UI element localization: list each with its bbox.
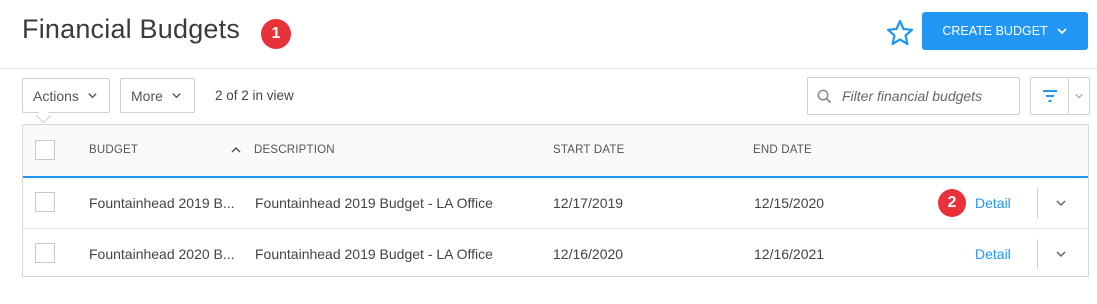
star-icon[interactable] <box>884 17 916 49</box>
page-title: Financial Budgets <box>22 14 241 44</box>
chevron-down-icon <box>1057 28 1067 35</box>
actions-button[interactable]: Actions <box>22 78 110 113</box>
column-header-budget[interactable]: BUDGET <box>89 144 138 156</box>
detail-link[interactable]: Detail <box>975 195 1011 211</box>
divider <box>1037 239 1038 269</box>
budget-cell: Fountainhead 2019 B... <box>89 195 235 211</box>
filter-dropdown[interactable] <box>1069 78 1089 114</box>
filter-options-button[interactable] <box>1030 77 1090 115</box>
chevron-down-icon <box>172 93 181 99</box>
column-header-start-date[interactable]: START DATE <box>553 144 624 156</box>
detail-link[interactable]: Detail <box>975 246 1011 262</box>
create-budget-button[interactable]: CREATE BUDGET <box>922 12 1088 50</box>
divider <box>1037 188 1038 218</box>
budgets-table: BUDGET DESCRIPTION START DATE END DATE F… <box>22 124 1089 277</box>
column-header-description[interactable]: DESCRIPTION <box>254 144 335 156</box>
chevron-down-icon <box>88 93 97 99</box>
table-row: Fountainhead 2019 B... Fountainhead 2019… <box>23 178 1088 228</box>
annotation-badge: 1 <box>261 19 291 49</box>
chevron-down-icon[interactable] <box>1053 246 1069 262</box>
actions-label: Actions <box>33 87 79 104</box>
filter-field[interactable] <box>807 77 1020 115</box>
end-date-cell: 12/15/2020 <box>754 195 825 211</box>
annotation-badge: 2 <box>938 189 966 217</box>
table-header: BUDGET DESCRIPTION START DATE END DATE <box>23 125 1088 178</box>
column-header-end-date[interactable]: END DATE <box>753 144 812 156</box>
more-label: More <box>131 87 163 104</box>
end-date-cell: 12/16/2021 <box>754 246 825 262</box>
search-icon <box>817 89 832 103</box>
filter-icon <box>1042 90 1057 102</box>
start-date-cell: 12/17/2019 <box>553 195 624 211</box>
table-row: Fountainhead 2020 B... Fountainhead 2019… <box>23 228 1088 279</box>
more-button[interactable]: More <box>120 78 195 113</box>
row-checkbox[interactable] <box>35 243 55 263</box>
page-header: Financial Budgets 1 CREATE BUDGET <box>0 0 1097 69</box>
create-budget-label: CREATE BUDGET <box>942 24 1048 38</box>
view-count: 2 of 2 in view <box>215 88 294 103</box>
chevron-down-icon <box>1075 93 1083 99</box>
start-date-cell: 12/16/2020 <box>553 246 624 262</box>
filter-input[interactable] <box>840 87 1009 105</box>
description-cell: Fountainhead 2019 Budget - LA Office <box>255 195 493 211</box>
description-cell: Fountainhead 2019 Budget - LA Office <box>255 246 493 262</box>
chevron-up-icon[interactable] <box>230 145 242 155</box>
filter-toggle[interactable] <box>1031 78 1069 114</box>
row-checkbox[interactable] <box>35 192 55 212</box>
select-all-checkbox[interactable] <box>35 140 55 160</box>
chevron-down-icon[interactable] <box>1053 195 1069 211</box>
budget-cell: Fountainhead 2020 B... <box>89 246 235 262</box>
